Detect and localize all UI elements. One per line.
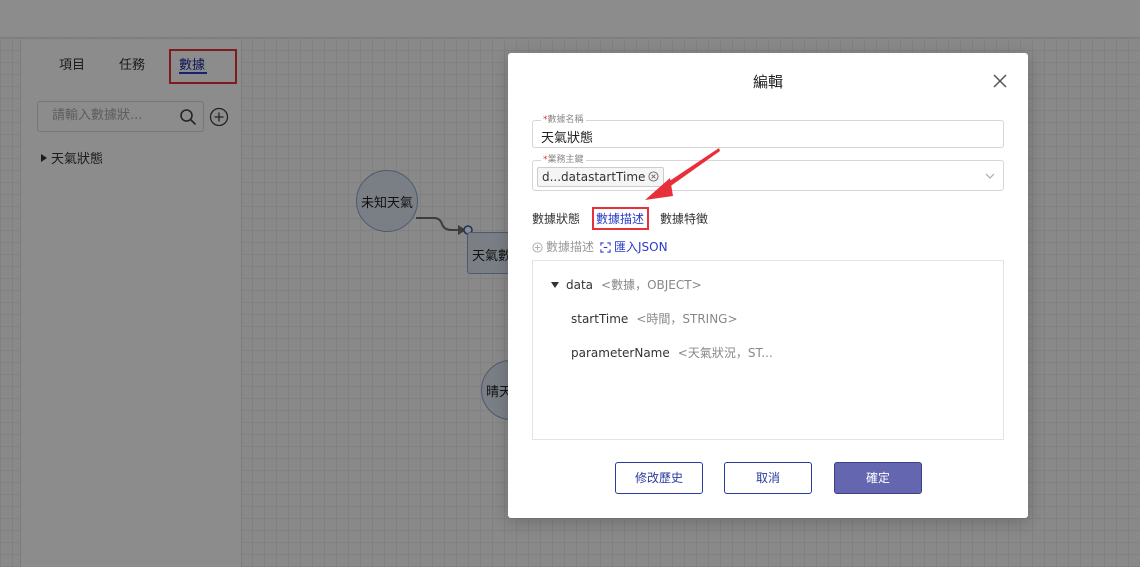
edit-dialog: 編輯 *數據名稱 天氣狀態 *業務主鍵 d...datastartTime 數據… <box>508 53 1028 518</box>
tab-data-state[interactable]: 數據狀態 <box>532 210 580 227</box>
tree-node-starttime[interactable]: startTime <時間，STRING> <box>571 310 738 327</box>
close-icon[interactable] <box>992 73 1008 89</box>
import-json-button[interactable]: 匯入JSON <box>600 238 668 255</box>
field-label: *數據名稱 <box>541 115 586 125</box>
data-name-field[interactable]: *數據名稱 天氣狀態 <box>532 115 1004 148</box>
cancel-button[interactable]: 取消 <box>724 462 812 494</box>
field-label: *業務主鍵 <box>541 155 586 165</box>
history-button[interactable]: 修改歷史 <box>615 462 703 494</box>
data-name-value: 天氣狀態 <box>541 131 594 146</box>
chevron-down-icon[interactable] <box>985 173 995 179</box>
business-key-select[interactable]: *業務主鍵 d...datastartTime <box>532 155 1004 191</box>
description-tree: data <數據，OBJECT> startTime <時間，STRING> par… <box>532 260 1004 440</box>
tab-data-features[interactable]: 數據特徵 <box>660 210 708 227</box>
add-description-button[interactable]: 數據描述 <box>532 238 594 255</box>
selected-key-tag: d...datastartTime <box>537 167 665 187</box>
highlight-box-description-tab <box>592 207 649 230</box>
add-circle-icon <box>532 242 543 253</box>
dialog-title: 編輯 <box>752 73 783 91</box>
caret-down-icon <box>551 282 559 288</box>
import-icon <box>600 242 611 253</box>
remove-tag-icon[interactable] <box>648 171 659 182</box>
tree-node-parametername[interactable]: parameterName <天氣狀況，ST... <box>571 344 773 361</box>
confirm-button[interactable]: 確定 <box>834 462 922 494</box>
tree-node-data[interactable]: data <數據，OBJECT> <box>551 276 702 293</box>
